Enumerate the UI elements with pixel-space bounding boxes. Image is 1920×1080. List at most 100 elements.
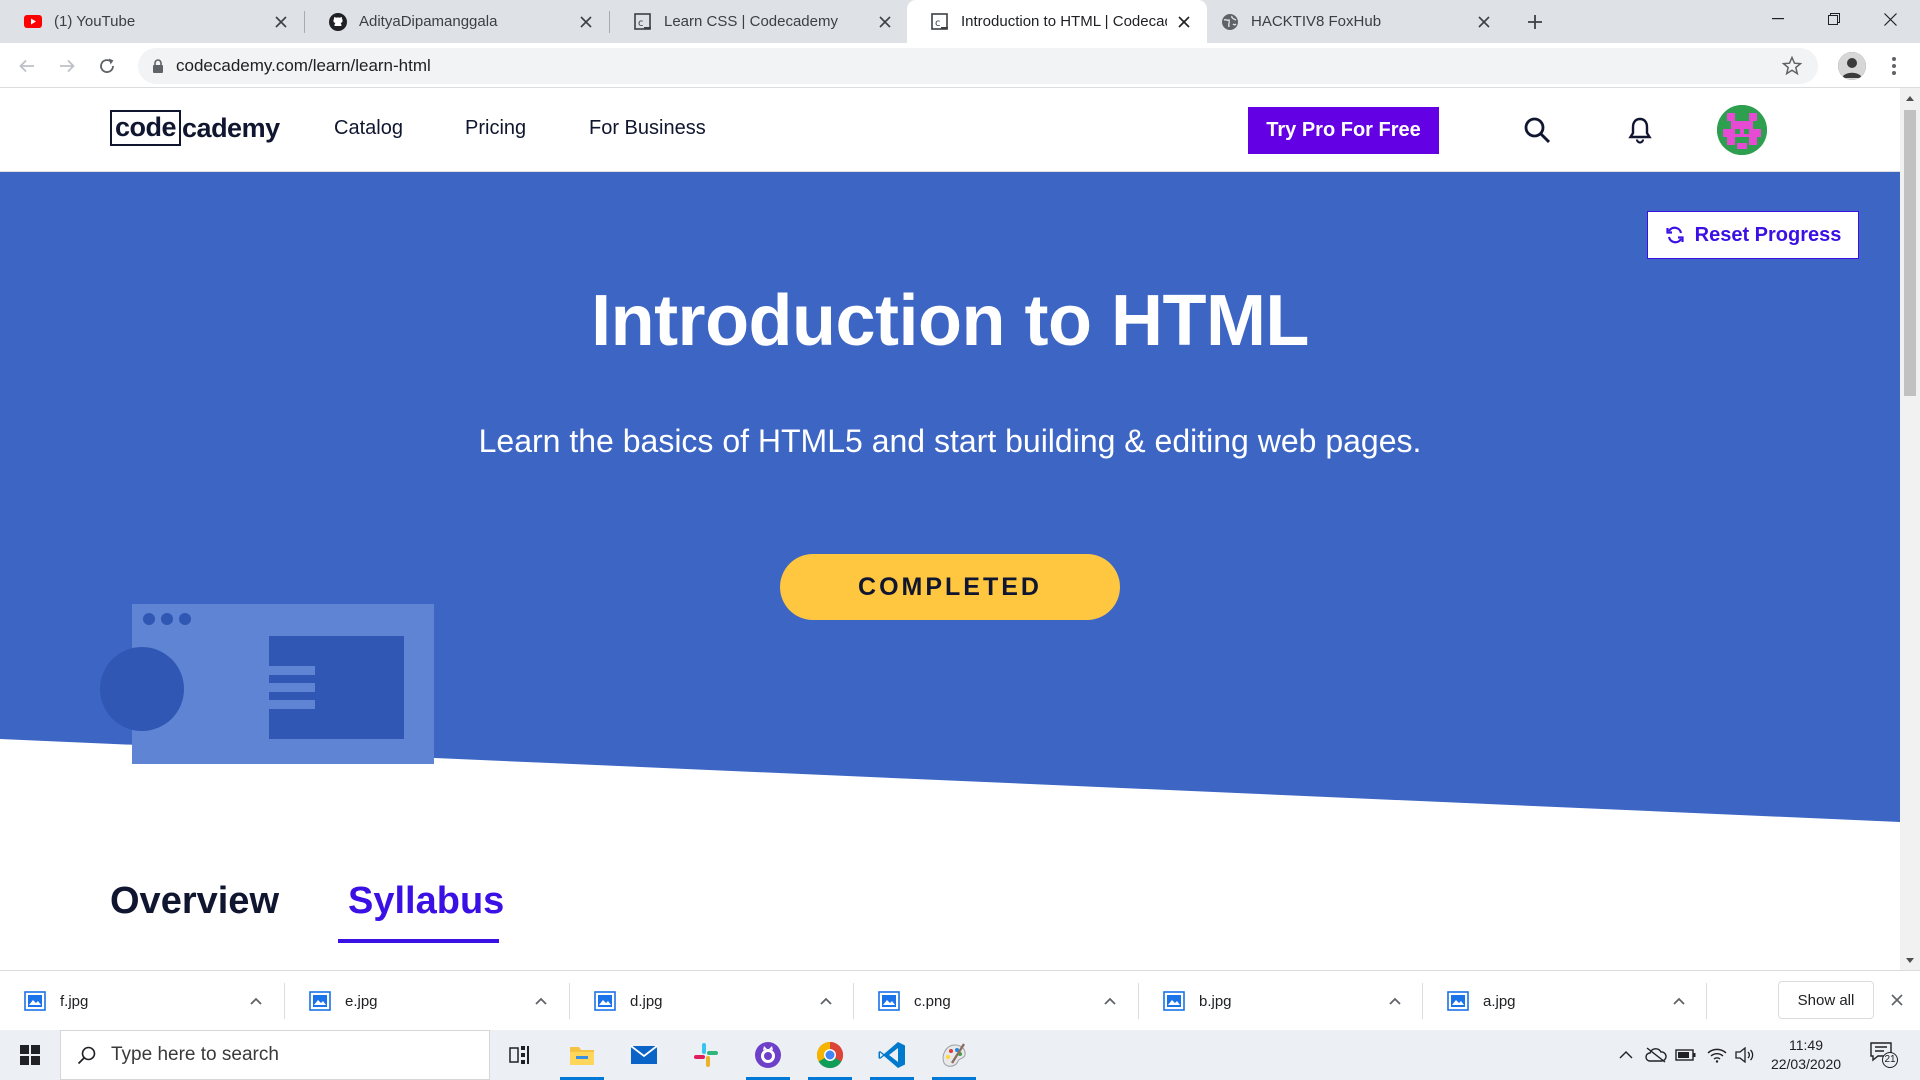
logo-rest-text: cademy bbox=[182, 112, 280, 143]
close-window-button[interactable] bbox=[1862, 0, 1918, 38]
download-filename: d.jpg bbox=[630, 992, 663, 1010]
github-icon bbox=[329, 12, 347, 31]
download-item[interactable]: f.jpg bbox=[0, 971, 284, 1031]
nav-catalog[interactable]: Catalog bbox=[334, 117, 403, 140]
close-download-shelf-icon[interactable] bbox=[1886, 989, 1908, 1011]
restore-icon bbox=[1828, 13, 1840, 25]
mail-icon[interactable] bbox=[618, 1030, 670, 1080]
browser-tab-github[interactable]: AdityaDipamanggala bbox=[305, 0, 609, 43]
volume-icon[interactable] bbox=[1732, 1030, 1758, 1080]
reload-button[interactable] bbox=[90, 49, 124, 83]
user-avatar[interactable] bbox=[1717, 105, 1767, 155]
svg-text:c: c bbox=[935, 18, 941, 29]
taskbar-clock[interactable]: 11:49 22/03/2020 bbox=[1762, 1036, 1850, 1074]
battery-icon[interactable] bbox=[1672, 1030, 1700, 1080]
bookmark-star-icon[interactable] bbox=[1782, 56, 1802, 76]
nav-pricing[interactable]: Pricing bbox=[465, 117, 526, 140]
download-item[interactable]: d.jpg bbox=[570, 971, 854, 1031]
chevron-up-icon[interactable] bbox=[246, 991, 266, 1011]
chevron-up-icon[interactable] bbox=[1100, 991, 1120, 1011]
image-file-icon bbox=[878, 991, 900, 1011]
browser-tab-foxhub[interactable]: HACKTIV8 FoxHub bbox=[1207, 0, 1507, 43]
clock-time: 11:49 bbox=[1789, 1037, 1823, 1053]
chevron-up-icon[interactable] bbox=[1669, 991, 1689, 1011]
search-icon bbox=[77, 1046, 96, 1065]
image-file-icon bbox=[24, 991, 46, 1011]
chevron-up-icon[interactable] bbox=[816, 991, 836, 1011]
forward-button[interactable] bbox=[50, 49, 84, 83]
show-all-downloads-button[interactable]: Show all bbox=[1778, 981, 1874, 1019]
tab-overview[interactable]: Overview bbox=[110, 880, 279, 923]
file-explorer-icon[interactable] bbox=[556, 1030, 608, 1080]
reload-icon bbox=[100, 58, 114, 73]
download-separator bbox=[1706, 983, 1707, 1019]
site-header: code cademy Catalog Pricing For Business… bbox=[0, 88, 1900, 172]
close-tab-icon[interactable] bbox=[272, 13, 290, 31]
close-tab-icon[interactable] bbox=[1475, 13, 1493, 31]
tab-title: AdityaDipamanggala bbox=[359, 13, 498, 30]
action-center-button[interactable]: 21 bbox=[1862, 1030, 1906, 1080]
onedrive-offline-icon[interactable] bbox=[1642, 1030, 1670, 1080]
github-desktop-icon[interactable] bbox=[742, 1030, 794, 1080]
try-pro-button[interactable]: Try Pro For Free bbox=[1248, 107, 1439, 154]
chevron-up-icon[interactable] bbox=[531, 991, 551, 1011]
windows-taskbar: Type here to search 11:49 22/03/2020 21 bbox=[0, 1030, 1920, 1080]
page-scrollbar[interactable] bbox=[1900, 88, 1920, 970]
browser-tab-intro-html[interactable]: c Introduction to HTML | Codecademy bbox=[907, 0, 1207, 43]
download-item[interactable]: e.jpg bbox=[285, 971, 569, 1031]
close-tab-icon[interactable] bbox=[876, 13, 894, 31]
reset-progress-button[interactable]: Reset Progress bbox=[1647, 211, 1859, 259]
browser-toolbar: codecademy.com/learn/learn-html bbox=[0, 43, 1920, 88]
taskbar-search-placeholder: Type here to search bbox=[111, 1044, 279, 1065]
wifi-icon[interactable] bbox=[1704, 1030, 1730, 1080]
chrome-icon[interactable] bbox=[804, 1030, 856, 1080]
download-item[interactable]: c.png bbox=[854, 971, 1138, 1031]
back-button[interactable] bbox=[10, 49, 44, 83]
browser-tab-youtube[interactable]: (1) YouTube bbox=[0, 0, 304, 43]
arrow-right-icon bbox=[60, 59, 75, 73]
completed-button[interactable]: COMPLETED bbox=[780, 554, 1120, 620]
download-item[interactable]: b.jpg bbox=[1139, 971, 1423, 1031]
download-shelf: f.jpg e.jpg d.jpg c.png b.jpg a.jpg Show… bbox=[0, 970, 1920, 1030]
youtube-icon bbox=[24, 13, 42, 31]
image-file-icon bbox=[309, 991, 331, 1011]
bell-icon[interactable] bbox=[1624, 114, 1656, 146]
chevron-up-icon[interactable] bbox=[1385, 991, 1405, 1011]
codecademy-logo[interactable]: code cademy bbox=[110, 110, 280, 146]
tab-title: Introduction to HTML | Codecademy bbox=[961, 13, 1167, 30]
vscode-icon[interactable] bbox=[866, 1030, 918, 1080]
restore-button[interactable] bbox=[1806, 0, 1862, 38]
minimize-button[interactable] bbox=[1750, 0, 1806, 38]
taskbar-search-box[interactable]: Type here to search bbox=[60, 1030, 490, 1080]
close-tab-icon[interactable] bbox=[577, 13, 595, 31]
nav-for-business[interactable]: For Business bbox=[589, 117, 706, 140]
new-tab-button[interactable] bbox=[1520, 7, 1550, 37]
search-icon[interactable] bbox=[1521, 114, 1553, 146]
slack-icon[interactable] bbox=[680, 1030, 732, 1080]
start-button[interactable] bbox=[0, 1030, 60, 1080]
tab-syllabus[interactable]: Syllabus bbox=[348, 880, 504, 923]
download-filename: c.png bbox=[914, 992, 951, 1010]
plus-icon bbox=[1528, 15, 1542, 29]
profile-avatar[interactable] bbox=[1838, 52, 1866, 80]
task-view-icon[interactable] bbox=[494, 1030, 546, 1080]
scroll-up-icon[interactable] bbox=[1900, 90, 1920, 106]
tab-title: Learn CSS | Codecademy bbox=[664, 13, 838, 30]
scroll-down-icon[interactable] bbox=[1900, 952, 1920, 968]
browser-menu-button[interactable] bbox=[1882, 53, 1906, 79]
download-filename: f.jpg bbox=[60, 992, 89, 1010]
close-tab-icon[interactable] bbox=[1175, 13, 1193, 31]
clock-date: 22/03/2020 bbox=[1770, 1056, 1842, 1072]
scrollbar-thumb[interactable] bbox=[1904, 110, 1916, 396]
paint-icon[interactable] bbox=[928, 1030, 980, 1080]
browser-tab-learn-css[interactable]: c Learn CSS | Codecademy bbox=[610, 0, 908, 43]
course-title: Introduction to HTML bbox=[591, 281, 1309, 361]
active-tab-indicator bbox=[338, 939, 499, 943]
svg-text:c: c bbox=[638, 18, 644, 29]
url-text: codecademy.com/learn/learn-html bbox=[176, 56, 431, 75]
address-bar[interactable]: codecademy.com/learn/learn-html bbox=[138, 48, 1818, 84]
logo-boxed-text: code bbox=[110, 110, 182, 146]
download-item[interactable]: a.jpg bbox=[1423, 971, 1707, 1031]
chevron-up-icon[interactable] bbox=[1614, 1030, 1638, 1080]
image-file-icon bbox=[594, 991, 616, 1011]
